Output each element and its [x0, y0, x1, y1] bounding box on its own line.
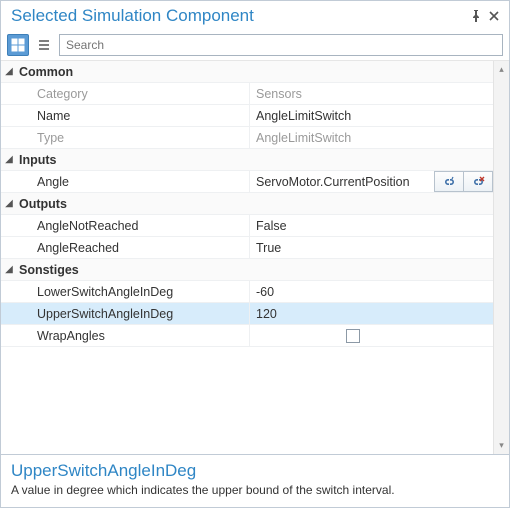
collapse-icon[interactable]: ◢: [1, 149, 17, 170]
property-panel: Selected Simulation Component ◢ Common: [0, 0, 510, 508]
property-grid: ◢ Common Category Sensors Name AngleLimi…: [1, 61, 493, 454]
close-icon[interactable]: [485, 7, 503, 25]
toolbar: [1, 31, 509, 61]
collapse-icon[interactable]: ◢: [1, 193, 17, 214]
scroll-down-icon[interactable]: ▾: [499, 440, 504, 454]
property-grid-wrap: ◢ Common Category Sensors Name AngleLimi…: [1, 61, 509, 454]
group-common[interactable]: ◢ Common: [1, 61, 493, 83]
help-text: A value in degree which indicates the up…: [11, 483, 499, 497]
scroll-up-icon[interactable]: ▴: [499, 61, 504, 75]
prop-category[interactable]: Category Sensors: [1, 83, 493, 105]
prop-type[interactable]: Type AngleLimitSwitch: [1, 127, 493, 149]
view-alphabetical-button[interactable]: [33, 34, 55, 56]
wrapangles-checkbox[interactable]: [346, 329, 360, 343]
pin-icon[interactable]: [467, 7, 485, 25]
group-sonstiges[interactable]: ◢ Sonstiges: [1, 259, 493, 281]
collapse-icon[interactable]: ◢: [1, 61, 17, 82]
unlink-button[interactable]: [463, 171, 493, 192]
vertical-scrollbar[interactable]: ▴ ▾: [493, 61, 509, 454]
help-title: UpperSwitchAngleInDeg: [11, 461, 499, 481]
prop-angle[interactable]: Angle ServoMotor.CurrentPosition: [1, 171, 493, 193]
help-area: UpperSwitchAngleInDeg A value in degree …: [1, 454, 509, 507]
panel-title: Selected Simulation Component: [7, 6, 467, 26]
collapse-icon[interactable]: ◢: [1, 259, 17, 280]
binding-buttons: [435, 171, 493, 192]
prop-upperswitchangle[interactable]: UpperSwitchAngleInDeg 120: [1, 303, 493, 325]
prop-anglenotreached[interactable]: AngleNotReached False: [1, 215, 493, 237]
prop-name[interactable]: Name AngleLimitSwitch: [1, 105, 493, 127]
prop-angle-value: ServoMotor.CurrentPosition: [256, 175, 410, 189]
prop-lowerswitchangle[interactable]: LowerSwitchAngleInDeg -60: [1, 281, 493, 303]
prop-wrapangles[interactable]: WrapAngles: [1, 325, 493, 347]
search-box[interactable]: [59, 34, 503, 56]
prop-anglereached[interactable]: AngleReached True: [1, 237, 493, 259]
view-categorized-button[interactable]: [7, 34, 29, 56]
link-button[interactable]: [434, 171, 464, 192]
panel-title-bar: Selected Simulation Component: [1, 1, 509, 31]
group-inputs[interactable]: ◢ Inputs: [1, 149, 493, 171]
search-input[interactable]: [66, 38, 496, 52]
group-outputs[interactable]: ◢ Outputs: [1, 193, 493, 215]
